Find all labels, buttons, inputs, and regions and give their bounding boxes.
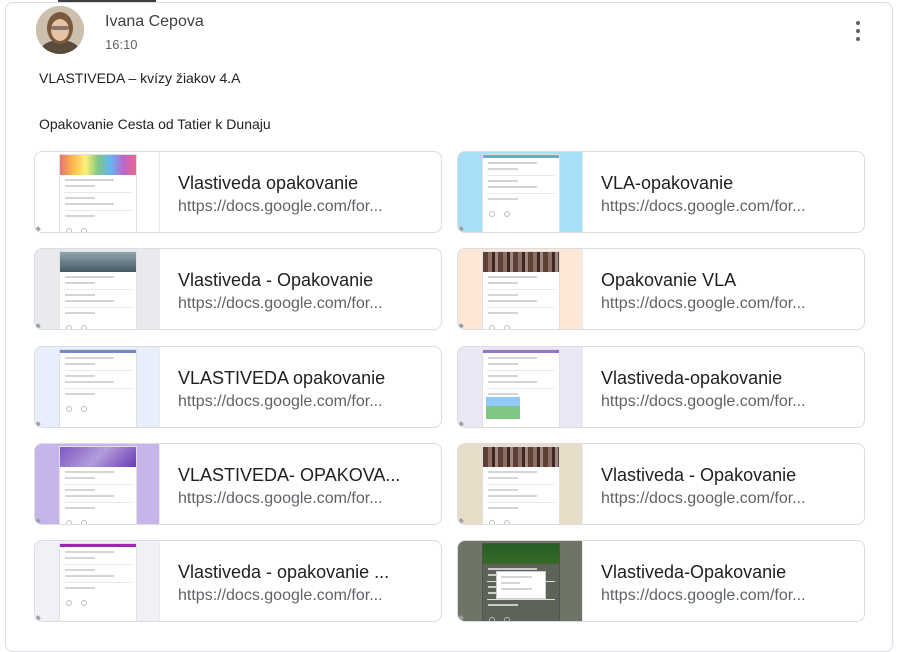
attachment-title: Opakovanie VLA xyxy=(601,270,737,290)
attachment-url: https://docs.google.com/for... xyxy=(178,198,383,215)
attachment-card[interactable]: Opakovanie VLA https://docs.google.com/fo… xyxy=(457,248,865,330)
attachment-title: Vlastiveda - opakovanie ... xyxy=(178,562,390,582)
form-thumbnail xyxy=(458,249,583,329)
form-icon xyxy=(458,615,464,621)
form-thumbnail xyxy=(458,541,583,621)
form-icon xyxy=(458,518,464,524)
post-time: 16:10 xyxy=(105,37,138,52)
more-vert-icon[interactable] xyxy=(846,19,870,47)
attachment-card[interactable]: Vlastiveda opakovanie https://docs.google… xyxy=(34,151,442,233)
avatar[interactable] xyxy=(36,6,84,54)
attachment-title: Vlastiveda - Opakovanie xyxy=(601,465,797,485)
attachment-url: https://docs.google.com/for... xyxy=(601,295,806,312)
form-icon xyxy=(458,323,464,329)
attachment-url: https://docs.google.com/for... xyxy=(178,490,383,507)
attachment-url: https://docs.google.com/for... xyxy=(178,393,383,410)
attachment-url: https://docs.google.com/for... xyxy=(601,587,806,604)
attachment-card[interactable]: VLA-opakovanie https://docs.google.com/fo… xyxy=(457,151,865,233)
form-icon xyxy=(35,323,41,329)
attachment-card[interactable]: Vlastiveda - opakovanie ... https://docs.… xyxy=(34,540,442,622)
attachment-title: Vlastiveda-Opakovanie xyxy=(601,562,787,582)
post-text-line-1: VLASTIVEDA – kvízy žiakov 4.A xyxy=(39,70,241,86)
form-icon xyxy=(35,615,41,621)
form-thumbnail xyxy=(35,347,160,427)
post-text-line-2: Opakovanie Cesta od Tatier k Dunaju xyxy=(39,116,271,132)
form-thumbnail xyxy=(35,541,160,621)
attachment-url: https://docs.google.com/for... xyxy=(178,295,383,312)
attachment-card[interactable]: VLASTIVEDA opakovanie https://docs.google… xyxy=(34,346,442,428)
attachment-title: Vlastiveda opakovanie xyxy=(178,173,359,193)
attachment-url: https://docs.google.com/for... xyxy=(601,393,806,410)
attachment-card[interactable]: Vlastiveda-opakovanie https://docs.google… xyxy=(457,346,865,428)
form-thumbnail xyxy=(35,444,160,524)
author-name[interactable]: Ivana Cepova xyxy=(105,13,204,31)
attachment-title: Vlastiveda - Opakovanie xyxy=(178,270,374,290)
form-thumbnail xyxy=(458,152,583,232)
form-icon xyxy=(458,421,464,427)
attachment-url: https://docs.google.com/for... xyxy=(601,490,806,507)
form-icon xyxy=(35,518,41,524)
attachment-card[interactable]: VLASTIVEDA- OPAKOVA... https://docs.googl… xyxy=(34,443,442,525)
form-icon xyxy=(458,226,464,232)
attachment-title: VLASTIVEDA- OPAKOVA... xyxy=(178,465,401,485)
attachment-card[interactable]: Vlastiveda - Opakovanie https://docs.goog… xyxy=(34,248,442,330)
form-thumbnail xyxy=(35,152,160,232)
attachment-title: VLA-opakovanie xyxy=(601,173,734,193)
form-thumbnail xyxy=(458,347,583,427)
attachment-url: https://docs.google.com/for... xyxy=(178,587,383,604)
attachment-title: Vlastiveda-opakovanie xyxy=(601,368,783,388)
form-thumbnail xyxy=(458,444,583,524)
attachment-title: VLASTIVEDA opakovanie xyxy=(178,368,386,388)
attachment-card[interactable]: Vlastiveda - Opakovanie https://docs.goog… xyxy=(457,443,865,525)
form-icon xyxy=(35,226,41,232)
attachment-url: https://docs.google.com/for... xyxy=(601,198,806,215)
attachment-card[interactable]: Vlastiveda-Opakovanie https://docs.google… xyxy=(457,540,865,622)
form-thumbnail xyxy=(35,249,160,329)
form-icon xyxy=(35,421,41,427)
